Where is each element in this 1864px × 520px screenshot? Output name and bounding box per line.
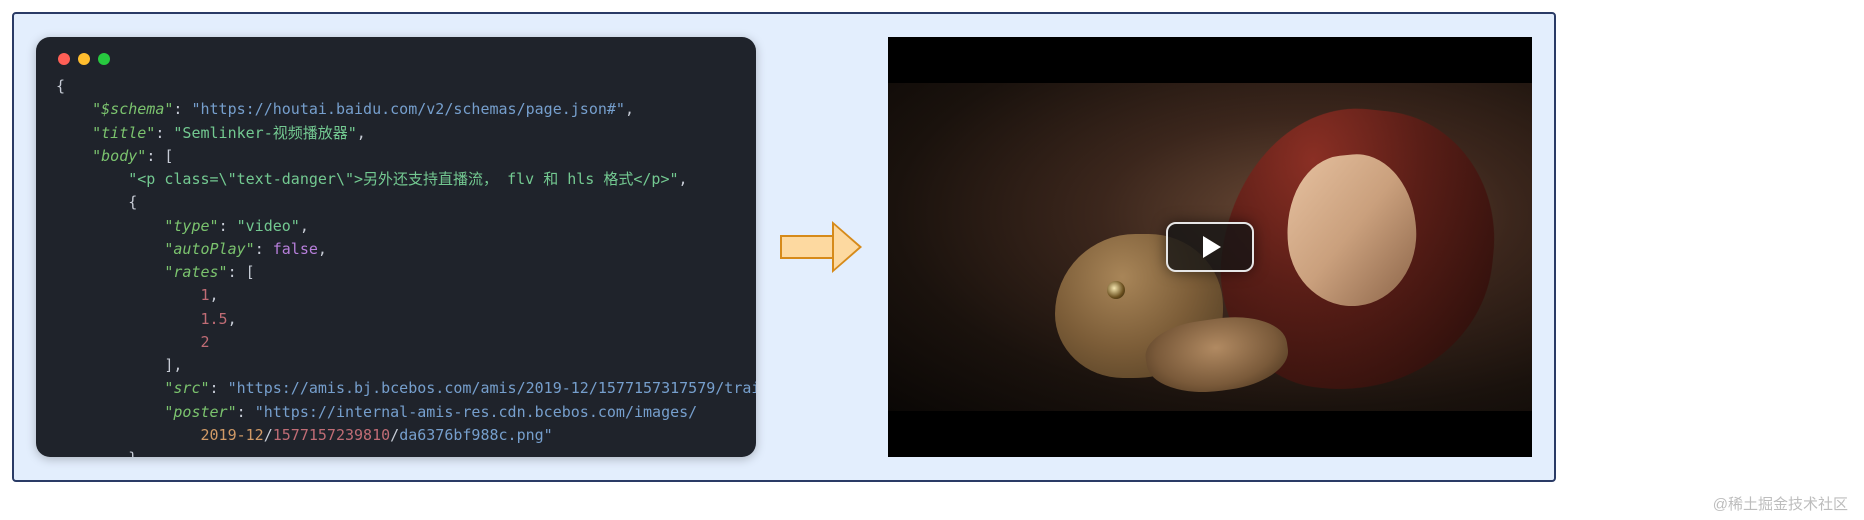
code-panel: { "$schema": "https://houtai.baidu.com/v…	[36, 37, 756, 457]
watermark: @稀土掘金技术社区	[1713, 493, 1848, 514]
close-icon	[58, 53, 70, 65]
macos-window-controls	[56, 49, 736, 75]
video-player-preview	[888, 37, 1532, 457]
letterbox-bottom	[888, 411, 1532, 457]
arrow-right-icon	[780, 221, 864, 273]
letterbox-top	[888, 37, 1532, 83]
play-button[interactable]	[1166, 222, 1254, 272]
minimize-icon	[78, 53, 90, 65]
play-icon	[1203, 236, 1221, 258]
zoom-icon	[98, 53, 110, 65]
json-code-block: { "$schema": "https://houtai.baidu.com/v…	[56, 75, 736, 457]
diagram-frame: { "$schema": "https://houtai.baidu.com/v…	[12, 12, 1556, 482]
arrow-right	[780, 221, 864, 273]
